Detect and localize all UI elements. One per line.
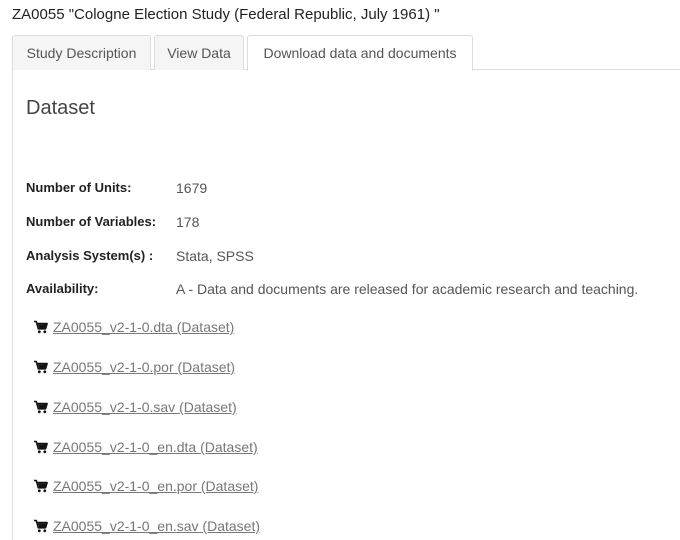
number-of-units-label: Number of Units: <box>26 180 132 195</box>
download-link[interactable]: ZA0055_v2-1-0_en.sav (Dataset) <box>53 518 260 534</box>
download-item[interactable]: ZA0055_v2-1-0.dta (Dataset) <box>33 317 234 337</box>
download-link[interactable]: ZA0055_v2-1-0.por (Dataset) <box>53 359 235 375</box>
download-link[interactable]: ZA0055_v2-1-0.dta (Dataset) <box>53 319 234 335</box>
tab-bar: Study Description View Data Download dat… <box>12 35 680 71</box>
number-of-variables-value: 178 <box>176 214 200 230</box>
tab-view-data[interactable]: View Data <box>154 35 244 70</box>
availability-label: Availability: <box>26 281 99 296</box>
cart-icon <box>33 360 49 374</box>
download-item[interactable]: ZA0055_v2-1-0.por (Dataset) <box>33 357 235 377</box>
download-item[interactable]: ZA0055_v2-1-0_en.sav (Dataset) <box>33 516 260 536</box>
study-title: ZA0055 "Cologne Election Study (Federal … <box>12 6 440 23</box>
cart-icon <box>33 479 49 493</box>
tab-study-description[interactable]: Study Description <box>12 35 151 70</box>
download-item[interactable]: ZA0055_v2-1-0.sav (Dataset) <box>33 397 237 417</box>
cart-icon <box>33 440 49 454</box>
download-item[interactable]: ZA0055_v2-1-0_en.por (Dataset) <box>33 476 258 496</box>
download-link[interactable]: ZA0055_v2-1-0_en.dta (Dataset) <box>53 439 258 455</box>
download-panel: Dataset Number of Units: 1679 Number of … <box>12 70 680 540</box>
cart-icon <box>33 320 49 334</box>
number-of-units-value: 1679 <box>176 180 208 196</box>
analysis-systems-value: Stata, SPSS <box>176 248 254 264</box>
download-link[interactable]: ZA0055_v2-1-0.sav (Dataset) <box>53 399 237 415</box>
download-item[interactable]: ZA0055_v2-1-0_en.dta (Dataset) <box>33 437 258 457</box>
tab-download-data-and-documents[interactable]: Download data and documents <box>247 35 473 71</box>
cart-icon <box>33 519 49 533</box>
download-link[interactable]: ZA0055_v2-1-0_en.por (Dataset) <box>53 478 258 494</box>
analysis-systems-label: Analysis System(s) : <box>26 248 154 263</box>
cart-icon <box>33 400 49 414</box>
number-of-variables-label: Number of Variables: <box>26 214 157 229</box>
study-page: ZA0055 "Cologne Election Study (Federal … <box>0 0 680 540</box>
availability-value: A - Data and documents are released for … <box>176 281 639 297</box>
section-heading: Dataset <box>26 97 95 119</box>
